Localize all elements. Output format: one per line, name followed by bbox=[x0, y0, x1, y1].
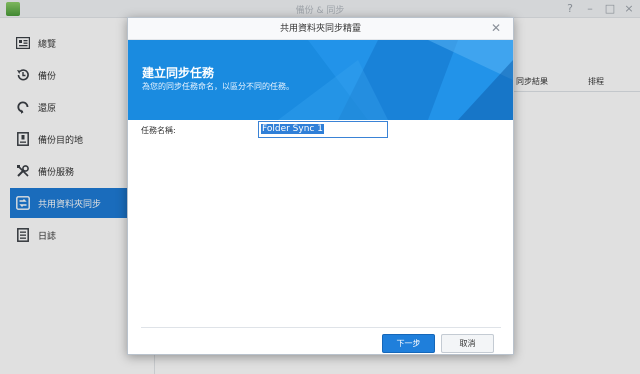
task-name-input[interactable]: Folder Sync 1 bbox=[258, 121, 388, 138]
sync-wizard-dialog: 共用資料夾同步精靈 ✕ 建立同步任務 為您的同步任務命名，以區分不同的任務。 任… bbox=[127, 17, 514, 355]
dialog-title: 共用資料夾同步精靈 bbox=[128, 18, 513, 40]
cancel-button[interactable]: 取消 bbox=[441, 334, 494, 353]
task-name-label: 任務名稱: bbox=[141, 126, 176, 135]
close-icon[interactable]: ✕ bbox=[489, 21, 503, 35]
banner-title: 建立同步任務 bbox=[142, 66, 215, 80]
wizard-banner: 建立同步任務 為您的同步任務命名，以區分不同的任務。 bbox=[128, 40, 513, 120]
next-button[interactable]: 下一步 bbox=[382, 334, 435, 353]
task-name-value: Folder Sync 1 bbox=[261, 124, 324, 134]
footer-divider bbox=[141, 327, 501, 328]
banner-subtitle: 為您的同步任務命名，以區分不同的任務。 bbox=[142, 82, 294, 91]
